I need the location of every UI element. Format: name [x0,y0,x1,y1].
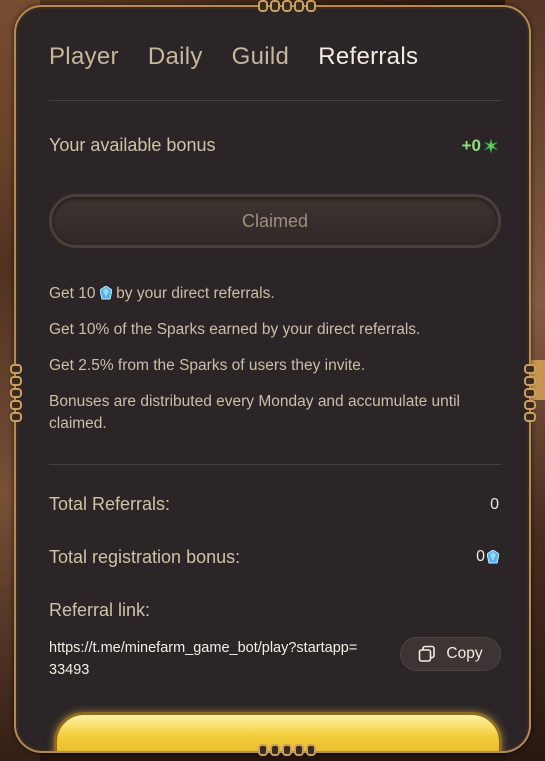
gem-icon [99,286,112,300]
chain-ornament-bottom [258,744,316,756]
copy-button-label: Copy [446,645,483,662]
copy-button[interactable]: Copy [400,637,501,671]
spark-icon [484,138,498,154]
tab-guild[interactable]: Guild [232,43,290,71]
claimed-button[interactable]: Claimed [49,194,501,248]
referral-link-label: Referral link: [49,600,151,620]
registration-bonus-amount: 0 [476,548,485,565]
registration-bonus-label: Total registration bonus: [49,547,241,567]
tab-daily[interactable]: Daily [148,43,203,71]
info-direct-referrals: Get 10 by your direct referrals. [49,283,509,305]
copy-icon [419,645,436,662]
divider [49,464,501,465]
tab-player[interactable]: Player [49,43,119,71]
referral-link-url[interactable]: https://t.me/minefarm_game_bot/play?star… [49,637,359,681]
chain-ornament-right [524,364,536,422]
bonus-amount: +0 [461,136,481,155]
gem-icon [487,550,499,564]
referrals-panel: Player Daily Guild Referrals Your availa… [14,5,531,753]
registration-bonus-value: 0 [476,548,499,566]
info-line1-prefix: Get 10 [49,285,96,302]
available-bonus-label: Your available bonus [49,135,216,155]
chain-ornament-left [10,364,22,422]
info-direct-sparks: Get 10% of the Sparks earned by your dir… [49,321,421,338]
total-referrals-value: 0 [490,496,499,513]
info-invited-sparks: Get 2.5% from the Sparks of users they i… [49,357,366,374]
info-line1-suffix: by your direct referrals. [116,285,275,302]
total-referrals-label: Total Referrals: [49,494,171,514]
available-bonus-value: +0 [462,136,499,156]
chain-ornament-top [258,0,316,12]
tab-bar: Player Daily Guild Referrals [49,43,447,71]
tab-referrals[interactable]: Referrals [318,43,418,71]
info-distribution: Bonuses are distributed every Monday and… [49,393,460,432]
divider [49,100,501,101]
